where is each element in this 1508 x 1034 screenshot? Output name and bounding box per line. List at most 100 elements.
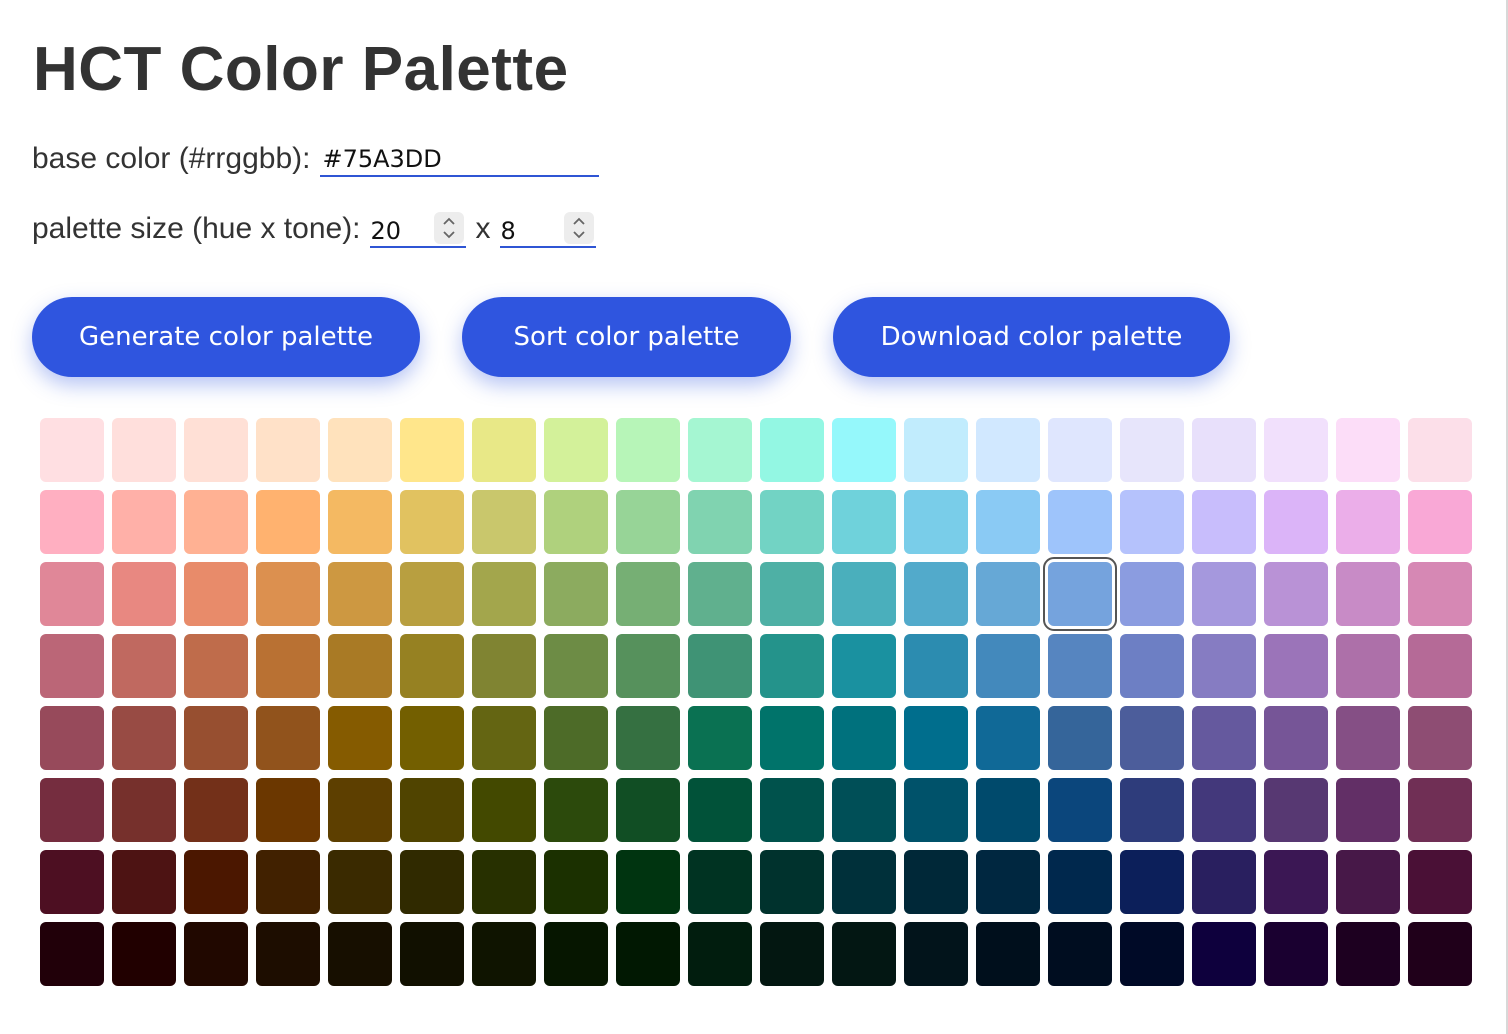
palette-swatch[interactable] [472,778,536,842]
palette-swatch[interactable] [1048,418,1112,482]
palette-swatch[interactable] [832,562,896,626]
palette-swatch[interactable] [904,634,968,698]
palette-swatch[interactable] [832,778,896,842]
palette-swatch[interactable] [976,778,1040,842]
palette-swatch[interactable] [112,562,176,626]
palette-swatch[interactable] [472,706,536,770]
palette-swatch[interactable] [1048,490,1112,554]
palette-swatch[interactable] [400,706,464,770]
palette-swatch[interactable] [1336,634,1400,698]
palette-swatch[interactable] [616,490,680,554]
palette-swatch[interactable] [1048,922,1112,986]
palette-swatch[interactable] [976,922,1040,986]
palette-swatch[interactable] [616,634,680,698]
hue-count-input[interactable]: 20 [369,210,466,248]
palette-swatch[interactable] [616,778,680,842]
palette-swatch[interactable] [1192,562,1256,626]
palette-swatch[interactable] [1264,490,1328,554]
palette-swatch[interactable] [1408,922,1472,986]
palette-swatch[interactable] [976,562,1040,626]
palette-swatch[interactable] [40,562,104,626]
palette-swatch[interactable] [616,922,680,986]
palette-swatch[interactable] [904,922,968,986]
palette-swatch[interactable] [256,634,320,698]
palette-swatch[interactable] [904,706,968,770]
palette-swatch[interactable] [1120,850,1184,914]
palette-swatch[interactable] [760,778,824,842]
palette-swatch[interactable] [112,778,176,842]
palette-swatch[interactable] [1120,562,1184,626]
palette-swatch[interactable] [328,490,392,554]
palette-swatch[interactable] [544,850,608,914]
palette-swatch[interactable] [400,634,464,698]
palette-swatch[interactable] [832,706,896,770]
base-color-input[interactable] [320,141,600,177]
palette-swatch[interactable] [112,850,176,914]
palette-swatch[interactable] [256,418,320,482]
palette-swatch[interactable] [1048,634,1112,698]
palette-swatch[interactable] [40,922,104,986]
palette-swatch[interactable] [112,706,176,770]
palette-swatch[interactable] [256,562,320,626]
palette-swatch[interactable] [256,706,320,770]
palette-swatch[interactable] [832,418,896,482]
palette-swatch[interactable] [1408,706,1472,770]
palette-swatch[interactable] [184,706,248,770]
palette-swatch[interactable] [40,706,104,770]
generate-palette-button[interactable]: Generate color palette [32,297,420,377]
palette-swatch[interactable] [760,922,824,986]
palette-swatch[interactable] [400,922,464,986]
palette-swatch[interactable] [1120,922,1184,986]
palette-swatch[interactable] [1192,706,1256,770]
palette-swatch[interactable] [1336,778,1400,842]
palette-swatch[interactable] [904,490,968,554]
palette-swatch[interactable] [112,922,176,986]
palette-swatch[interactable] [1043,557,1117,631]
palette-swatch[interactable] [1408,418,1472,482]
palette-swatch[interactable] [328,778,392,842]
palette-swatch[interactable] [1264,850,1328,914]
palette-swatch[interactable] [256,490,320,554]
palette-swatch[interactable] [616,418,680,482]
palette-swatch[interactable] [688,562,752,626]
palette-swatch[interactable] [688,418,752,482]
palette-swatch[interactable] [976,850,1040,914]
palette-swatch[interactable] [1192,490,1256,554]
palette-swatch[interactable] [1192,778,1256,842]
tone-count-input[interactable]: 8 [499,210,596,248]
palette-swatch[interactable] [616,850,680,914]
palette-swatch[interactable] [328,418,392,482]
hue-spinner[interactable] [433,212,464,244]
palette-swatch[interactable] [1408,634,1472,698]
palette-swatch[interactable] [472,418,536,482]
palette-swatch[interactable] [1192,634,1256,698]
palette-swatch[interactable] [760,418,824,482]
palette-swatch[interactable] [1048,706,1112,770]
palette-swatch[interactable] [400,778,464,842]
palette-swatch[interactable] [1192,418,1256,482]
palette-swatch[interactable] [760,634,824,698]
palette-swatch[interactable] [976,490,1040,554]
palette-swatch[interactable] [688,490,752,554]
palette-swatch[interactable] [112,418,176,482]
palette-swatch[interactable] [544,490,608,554]
palette-swatch[interactable] [184,850,248,914]
palette-swatch[interactable] [904,562,968,626]
palette-swatch[interactable] [1336,850,1400,914]
palette-swatch[interactable] [400,850,464,914]
palette-swatch[interactable] [400,490,464,554]
palette-swatch[interactable] [1264,706,1328,770]
palette-swatch[interactable] [1120,634,1184,698]
palette-swatch[interactable] [400,562,464,626]
palette-swatch[interactable] [1264,562,1328,626]
palette-swatch[interactable] [616,706,680,770]
palette-swatch[interactable] [1048,778,1112,842]
palette-swatch[interactable] [472,562,536,626]
palette-swatch[interactable] [1264,922,1328,986]
palette-swatch[interactable] [472,922,536,986]
palette-swatch[interactable] [904,418,968,482]
palette-swatch[interactable] [1120,418,1184,482]
palette-swatch[interactable] [328,706,392,770]
palette-swatch[interactable] [1048,850,1112,914]
palette-swatch[interactable] [1264,634,1328,698]
